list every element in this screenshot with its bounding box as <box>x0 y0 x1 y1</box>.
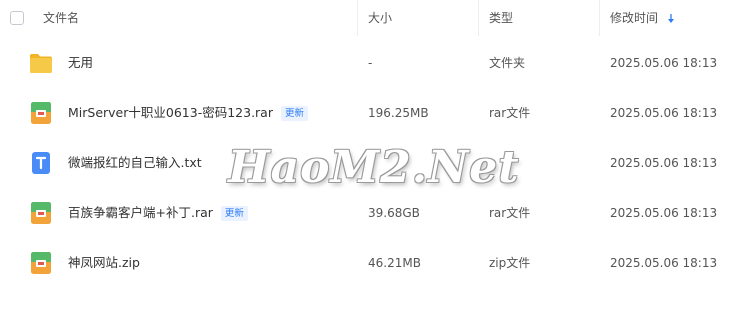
archive-icon <box>31 252 51 274</box>
file-row[interactable]: 神凤网站.zip 46.21MB zip文件 2025.05.06 18:13 <box>0 238 754 288</box>
file-type: 文件夹 <box>489 56 526 70</box>
file-row[interactable]: 微端报红的自己输入.txt 2025.05.06 18:13 <box>0 138 754 188</box>
sort-descending-icon[interactable] <box>666 13 676 25</box>
column-divider[interactable] <box>478 0 479 36</box>
file-modified-time: 2025.05.06 18:13 <box>610 56 718 70</box>
file-size: 196.25MB <box>368 106 429 120</box>
text-file-icon <box>32 152 50 174</box>
select-all-checkbox[interactable] <box>10 11 24 25</box>
file-size: 46.21MB <box>368 256 421 270</box>
file-modified-time: 2025.05.06 18:13 <box>610 206 718 220</box>
file-type: rar文件 <box>489 106 531 120</box>
updated-badge: 更新 <box>220 206 248 221</box>
column-header-type[interactable]: 类型 <box>489 0 513 36</box>
column-divider[interactable] <box>599 0 600 36</box>
archive-icon <box>31 102 51 124</box>
file-modified-time: 2025.05.06 18:13 <box>610 256 718 270</box>
file-size: 39.68GB <box>368 206 420 220</box>
file-name[interactable]: 百族争霸客户端+补丁.rar 更新 <box>68 188 248 238</box>
file-row[interactable]: 无用 - 文件夹 2025.05.06 18:13 <box>0 38 754 88</box>
file-name[interactable]: 微端报红的自己输入.txt <box>68 138 202 188</box>
file-name[interactable]: MirServer十职业0613-密码123.rar 更新 <box>68 88 308 138</box>
archive-icon <box>31 202 51 224</box>
file-list-header: 文件名 大小 类型 修改时间 <box>0 0 754 36</box>
column-header-name[interactable]: 文件名 <box>43 0 79 36</box>
file-size: - <box>368 56 373 70</box>
file-name[interactable]: 神凤网站.zip <box>68 238 140 288</box>
file-type: zip文件 <box>489 256 531 270</box>
file-list: 文件名 大小 类型 修改时间 无用 - 文件夹 2025.05.06 18:13… <box>0 0 754 330</box>
file-type: rar文件 <box>489 206 531 220</box>
column-divider[interactable] <box>357 0 358 36</box>
file-row[interactable]: MirServer十职业0613-密码123.rar 更新 196.25MB ra… <box>0 88 754 138</box>
folder-icon <box>30 54 52 73</box>
file-row[interactable]: 百族争霸客户端+补丁.rar 更新 39.68GB rar文件 2025.05.0… <box>0 188 754 238</box>
updated-badge: 更新 <box>280 106 308 121</box>
column-header-mtime[interactable]: 修改时间 <box>610 0 658 36</box>
column-header-size[interactable]: 大小 <box>368 0 392 36</box>
file-modified-time: 2025.05.06 18:13 <box>610 156 718 170</box>
file-modified-time: 2025.05.06 18:13 <box>610 106 718 120</box>
file-name[interactable]: 无用 <box>68 38 93 88</box>
